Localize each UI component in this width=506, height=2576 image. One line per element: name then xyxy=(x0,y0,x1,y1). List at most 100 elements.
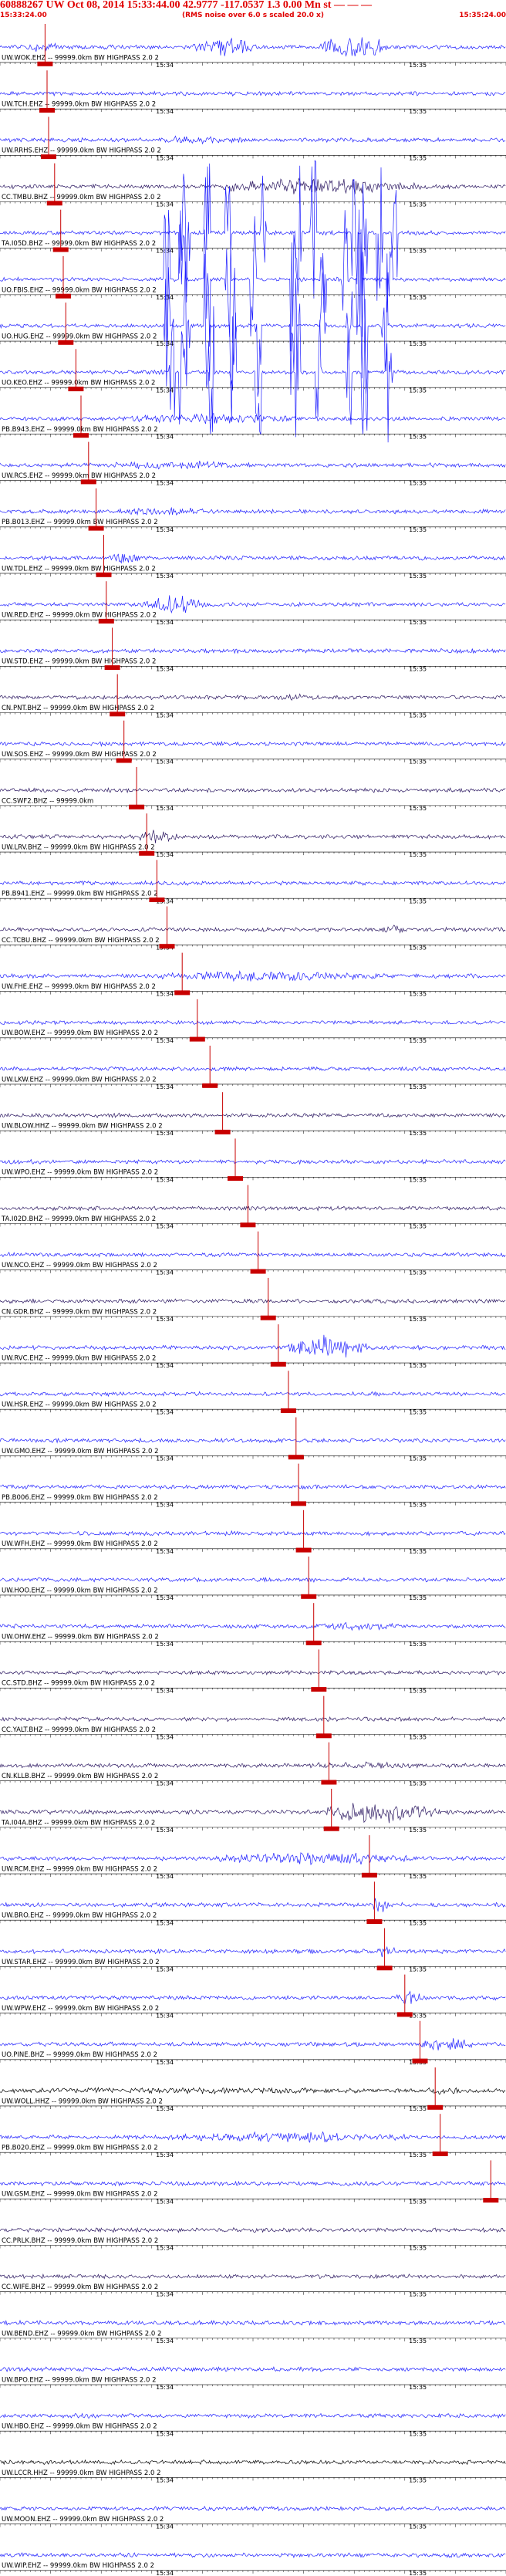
minute-tick-label: 15:35 xyxy=(409,2198,427,2205)
minute-tick-label: 15:35 xyxy=(409,1502,427,1509)
time-ticks xyxy=(0,1131,506,1134)
minute-tick-label: 15:34 xyxy=(156,1083,174,1090)
trace-label: UO.KEO.EHZ -- 99999.0km BW HIGHPASS 2.0 … xyxy=(2,380,155,387)
minute-tick-label: 15:34 xyxy=(156,1362,174,1369)
trace-row: CN.PNT.BHZ -- 99999.0km BW HIGHPASS 2.0 … xyxy=(0,674,506,719)
minute-tick-label: 15:34 xyxy=(156,2291,174,2298)
minute-tick-label: 15:35 xyxy=(409,1362,427,1369)
time-ticks xyxy=(0,1874,506,1878)
trace-row: PB.B013.EHZ -- 99999.0km BW HIGHPASS 2.0… xyxy=(0,488,506,533)
time-ticks xyxy=(0,1780,506,1784)
trace-label: UW.OHW.EHZ -- 99999.0km BW HIGHPASS 2.0 … xyxy=(2,1634,159,1641)
trace-row: CC.TCBU.BHZ -- 99999.0km BW HIGHPASS 2.0… xyxy=(0,906,506,951)
trace-label: PB.B941.EHZ -- 99999.0km BW HIGHPASS 2.0… xyxy=(2,891,158,898)
trace-label: CC.TCBU.BHZ -- 99999.0km BW HIGHPASS 2.0… xyxy=(2,937,160,945)
time-ticks xyxy=(0,480,506,484)
minute-tick-label: 15:35 xyxy=(409,2570,427,2576)
minute-tick-label: 15:34 xyxy=(156,1176,174,1183)
trace-row: UW.BLOW.HHZ -- 99999.0km BW HIGHPASS 2.0… xyxy=(0,1092,506,1137)
waveform xyxy=(0,1990,506,2004)
waveform xyxy=(0,925,506,934)
minute-tick-label: 15:35 xyxy=(409,526,427,533)
time-ticks xyxy=(0,2431,506,2435)
time-ticks xyxy=(0,852,506,856)
trace-row: UW.MOON.EHZ -- 99999.0km BW HIGHPASS 2.0… xyxy=(0,2505,506,2530)
waveform xyxy=(0,1251,506,1258)
minute-tick-label: 15:35 xyxy=(409,62,427,69)
trace-row: CC.STD.BHZ -- 99999.0km BW HIGHPASS 2.0 … xyxy=(0,1649,506,1694)
trace-label: UW.BPO.EHZ -- 99999.0km BW HIGHPASS 2.0 … xyxy=(2,2376,157,2384)
time-ticks xyxy=(0,2199,506,2202)
trace-row: UW.GSM.EHZ -- 99999.0km BW HIGHPASS 2.0 … xyxy=(0,2160,506,2205)
time-ticks xyxy=(0,1641,506,1645)
minute-tick-label: 15:35 xyxy=(409,1594,427,1601)
trace-row: UW.RVC.EHZ -- 99999.0km BW HIGHPASS 2.0 … xyxy=(0,1324,506,1369)
time-ticks xyxy=(0,1548,506,1552)
waveform xyxy=(0,787,506,794)
trace-label: TA.I05D.BHZ -- 99999.0km BW HIGHPASS 2.0… xyxy=(1,240,156,248)
minute-tick-label: 15:34 xyxy=(156,1223,174,1230)
minute-tick-label: 15:35 xyxy=(409,480,427,487)
minute-tick-label: 15:34 xyxy=(156,1502,174,1509)
trace-label: UO.HUG.EHZ -- 99999.0km BW HIGHPASS 2.0 … xyxy=(2,333,157,340)
trace-label: UW.LKW.EHZ -- 99999.0km BW HIGHPASS 2.0 … xyxy=(2,1076,157,1083)
time-ticks xyxy=(0,945,506,948)
time-ticks xyxy=(0,109,506,113)
end-time-label: 15:35:24.00 xyxy=(459,12,506,19)
trace-row: UW.STAR.EHZ -- 99999.0km BW HIGHPASS 2.0… xyxy=(0,1928,506,1973)
minute-tick-label: 15:34 xyxy=(156,2245,174,2252)
minute-tick-label: 15:35 xyxy=(409,387,427,394)
waveform xyxy=(0,2180,506,2187)
trace-label: CC.STD.BHZ -- 99999.0km BW HIGHPASS 2.0 … xyxy=(2,1680,155,1688)
trace-label: UO.PINE.BHZ -- 99999.0km BW HIGHPASS 2.0… xyxy=(2,2051,157,2059)
time-ticks xyxy=(0,201,506,205)
trace-row: CN.GDR.BHZ -- 99999.0km BW HIGHPASS 2.0 … xyxy=(0,1277,506,1323)
trace-label: UW.WPO.EHZ -- 99999.0km BW HIGHPASS 2.0 … xyxy=(2,1169,158,1177)
minute-tick-label: 15:35 xyxy=(409,2384,427,2391)
minute-tick-label: 15:34 xyxy=(156,1408,174,1415)
waveform xyxy=(0,2552,506,2559)
waveform xyxy=(0,413,506,424)
minute-tick-label: 15:34 xyxy=(156,1919,174,1926)
minute-tick-label: 15:34 xyxy=(156,1687,174,1694)
waveform xyxy=(0,460,506,470)
trace-label: UW.TCH.EHZ -- 99999.0km BW HIGHPASS 2.0 … xyxy=(2,101,156,109)
trace-label: CC.SWF2.BHZ -- 99999.0km xyxy=(2,797,93,805)
trace-label: UW.HOO.EHZ -- 99999.0km BW HIGHPASS 2.0 … xyxy=(2,1587,158,1594)
time-ticks xyxy=(0,1363,506,1367)
minute-tick-label: 15:34 xyxy=(156,1641,174,1648)
minute-tick-label: 15:35 xyxy=(409,1083,427,1090)
time-ticks xyxy=(0,2291,506,2295)
minute-tick-label: 15:34 xyxy=(156,2430,174,2437)
trace-row: UW.BEND.EHZ -- 99999.0km BW HIGHPASS 2.0… xyxy=(0,2319,506,2344)
trace-label: UW.RVC.EHZ -- 99999.0km BW HIGHPASS 2.0 … xyxy=(2,1354,156,1362)
trace-label: TA.I02D.BHZ -- 99999.0km BW HIGHPASS 2.0… xyxy=(1,1215,156,1223)
trace-row: UW.RRHS.EHZ -- 99999.0km BW HIGHPASS 2.0… xyxy=(0,117,506,161)
minute-tick-label: 15:34 xyxy=(156,387,174,394)
waveform xyxy=(0,2131,506,2143)
minute-tick-label: 15:34 xyxy=(156,1966,174,1973)
waveform xyxy=(0,740,506,747)
minute-tick-label: 15:35 xyxy=(409,1269,427,1276)
record-title: 60888267 UW Oct 08, 2014 15:33:44.00 42.… xyxy=(0,0,372,11)
trace-row: UW.RED.EHZ -- 99999.0km BW HIGHPASS 2.0 … xyxy=(0,581,506,626)
trace-row: UW.BRO.EHZ -- 99999.0km BW HIGHPASS 2.0 … xyxy=(0,1881,506,1926)
trace-row: UW.RCM.EHZ -- 99999.0km BW HIGHPASS 2.0 … xyxy=(0,1835,506,1880)
time-ticks xyxy=(0,1827,506,1831)
minute-tick-label: 15:34 xyxy=(156,2476,174,2483)
waveform xyxy=(0,1298,506,1304)
trace-label: UW.BRO.EHZ -- 99999.0km BW HIGHPASS 2.0 … xyxy=(2,1912,157,1920)
minute-tick-label: 15:34 xyxy=(156,991,174,998)
time-ticks xyxy=(0,526,506,530)
trace-label: PB.B020.EHZ -- 99999.0km BW HIGHPASS 2.0… xyxy=(2,2145,158,2152)
trace-label: UW.MOON.EHZ -- 99999.0km BW HIGHPASS 2.0… xyxy=(2,2516,164,2524)
time-ticks xyxy=(0,341,506,345)
minute-tick-label: 15:34 xyxy=(156,1734,174,1741)
minute-tick-label: 15:35 xyxy=(409,1780,427,1787)
time-ticks xyxy=(0,2385,506,2388)
minute-tick-label: 15:35 xyxy=(409,619,427,626)
trace-row: UW.STD.EHZ -- 99999.0km BW HIGHPASS 2.0 … xyxy=(0,627,506,672)
time-ticks xyxy=(0,1734,506,1738)
trace-row: UW.LKW.EHZ -- 99999.0km BW HIGHPASS 2.0 … xyxy=(0,1046,506,1090)
time-ticks xyxy=(0,620,506,624)
